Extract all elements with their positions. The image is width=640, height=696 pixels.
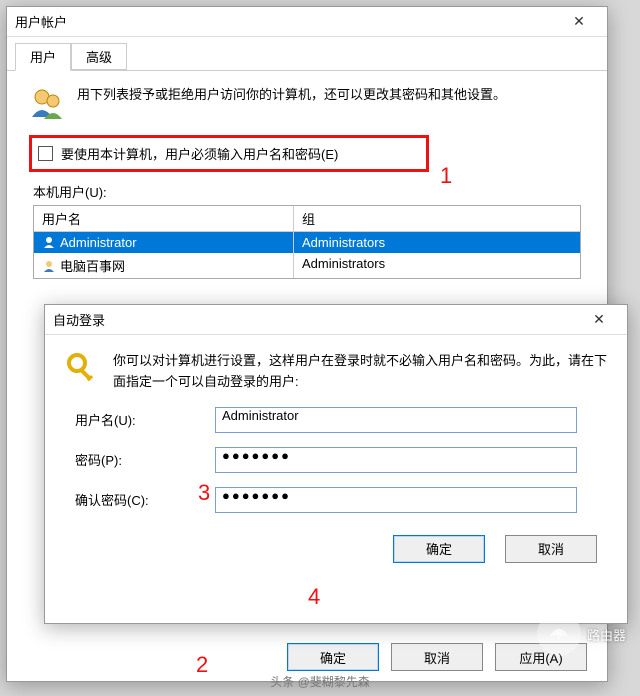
close-icon[interactable]: ✕ [559, 13, 599, 30]
username-input[interactable]: Administrator [215, 407, 577, 433]
attribution-text: 头条 @斐糊黎先森 [270, 673, 370, 690]
tab-strip: 用户 高级 [7, 37, 607, 71]
intro-text: 用下列表授予或拒绝用户访问你的计算机，还可以更改其密码和其他设置。 [77, 85, 506, 121]
table-row[interactable]: 电脑百事网 Administrators [34, 253, 580, 278]
cancel-button[interactable]: 取消 [505, 535, 597, 563]
col-username[interactable]: 用户名 [34, 206, 294, 231]
confirm-row: 确认密码(C): ●●●●●●● [65, 487, 607, 513]
watermark-badge-icon [537, 612, 581, 656]
titlebar-main: 用户帐户 ✕ [7, 7, 607, 37]
password-row: 密码(P): ●●●●●●● [65, 447, 607, 473]
tab-advanced[interactable]: 高级 [71, 43, 127, 70]
user-icon [42, 259, 56, 273]
username-label: 用户名(U): [65, 410, 215, 429]
checkbox-icon[interactable] [38, 146, 53, 161]
col-group[interactable]: 组 [294, 206, 580, 231]
confirm-label: 确认密码(C): [65, 490, 215, 509]
username-row: 用户名(U): Administrator [65, 407, 607, 433]
table-row[interactable]: Administrator Administrators [34, 232, 580, 253]
checkbox-label: 要使用本计算机，用户必须输入用户名和密码(E) [61, 144, 338, 163]
ok-button[interactable]: 确定 [287, 643, 379, 671]
dialog-button-row: 确定 取消 [45, 527, 627, 577]
watermark-text: 路由器 [587, 625, 626, 644]
dialog-title: 自动登录 [53, 310, 579, 329]
users-table: 用户名 组 Administrator Administrators 电脑百事网… [33, 205, 581, 279]
users-icon [29, 85, 65, 121]
autologin-dialog: 自动登录 ✕ 你可以对计算机进行设置，这样用户在登录时就不必输入用户名和密码。为… [44, 304, 628, 624]
table-header: 用户名 组 [34, 206, 580, 232]
password-input[interactable]: ●●●●●●● [215, 447, 577, 473]
confirm-input[interactable]: ●●●●●●● [215, 487, 577, 513]
main-content: 用下列表授予或拒绝用户访问你的计算机，还可以更改其密码和其他设置。 要使用本计算… [7, 71, 607, 293]
close-icon[interactable]: ✕ [579, 311, 619, 328]
require-login-checkbox-row[interactable]: 要使用本计算机，用户必须输入用户名和密码(E) [29, 135, 429, 172]
dialog-intro: 你可以对计算机进行设置，这样用户在登录时就不必输入用户名和密码。为此，请在下面指… [113, 351, 607, 393]
password-label: 密码(P): [65, 450, 215, 469]
cancel-button[interactable]: 取消 [391, 643, 483, 671]
ok-button[interactable]: 确定 [393, 535, 485, 563]
window-title: 用户帐户 [15, 12, 559, 31]
key-icon [65, 351, 101, 387]
user-icon [42, 235, 56, 249]
tab-users[interactable]: 用户 [15, 43, 71, 71]
local-users-label: 本机用户(U): [33, 182, 585, 201]
watermark: 路由器 [537, 612, 626, 656]
titlebar-autologin: 自动登录 ✕ [45, 305, 627, 335]
